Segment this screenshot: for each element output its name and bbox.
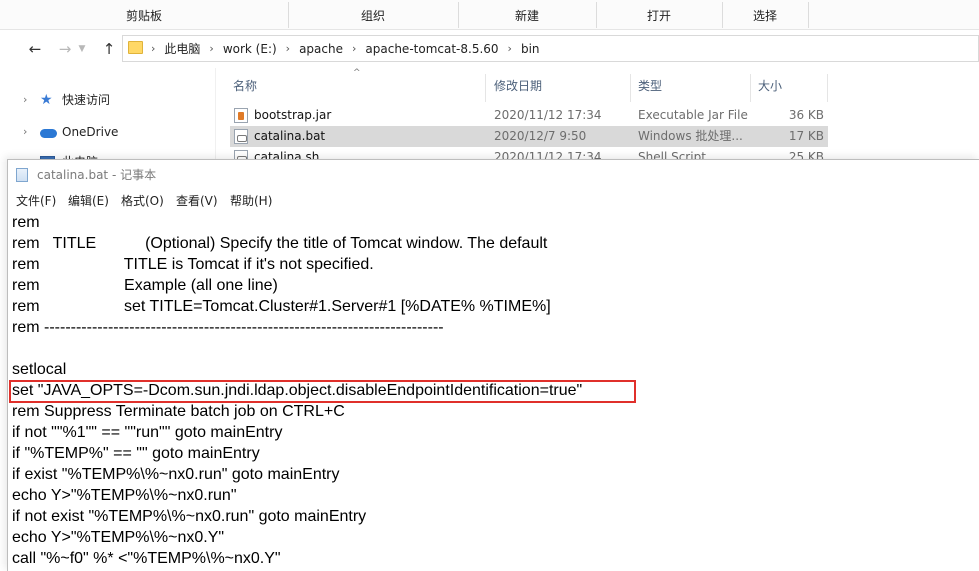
notepad-title-bar[interactable]: catalina.bat - 记事本 (8, 160, 979, 191)
breadcrumb-bin[interactable]: bin (521, 42, 540, 56)
breadcrumb-apache[interactable]: apache (299, 42, 343, 56)
chevron-right-icon: › (151, 42, 156, 55)
column-header-type[interactable]: 类型 (638, 68, 748, 104)
file-row-catalina-bat[interactable]: catalina.bat 2020/12/7 9:50 Windows 批处理.… (230, 126, 828, 147)
nav-item-onedrive[interactable]: › OneDrive (0, 120, 215, 144)
text-line: rem (12, 214, 40, 231)
text-line: rem set TITLE=Tomcat.Cluster#1.Server#1 … (12, 298, 551, 315)
text-line: if not exist "%TEMP%\%~nx0.run" goto mai… (12, 508, 367, 525)
nav-item-label: OneDrive (62, 125, 119, 139)
notepad-window: catalina.bat - 记事本 文件(F) 编辑(E) 格式(O) 查看(… (7, 159, 979, 571)
text-line: setlocal (12, 361, 67, 378)
chevron-right-icon[interactable]: › (23, 120, 27, 144)
text-line: rem Suppress Terminate batch job on CTRL… (12, 403, 345, 420)
chevron-right-icon: › (507, 42, 512, 55)
address-row: ← → ▼ ↑ › 此电脑 › work (E:) › apache › apa… (0, 30, 979, 68)
file-date: 2020/12/7 9:50 (494, 129, 587, 143)
recent-locations-chevron-icon[interactable]: ▼ (76, 38, 88, 60)
forward-button[interactable]: → (54, 38, 76, 60)
batch-file-icon (234, 129, 248, 144)
chevron-right-icon: › (352, 42, 357, 55)
ribbon-group-clipboard: 剪贴板 (125, 9, 162, 23)
star-icon: ★ (40, 92, 53, 108)
file-size: 17 KB (788, 129, 824, 143)
ribbon-group-open: 打开 (646, 9, 671, 23)
folder-icon (128, 41, 143, 54)
ribbon-group-select: 选择 (752, 9, 777, 23)
text-line: if exist "%TEMP%\%~nx0.run" goto mainEnt… (12, 466, 340, 483)
menu-edit[interactable]: 编辑(E) (68, 191, 109, 212)
column-divider[interactable] (630, 74, 631, 102)
breadcrumb-tomcat[interactable]: apache-tomcat-8.5.60 (365, 42, 498, 56)
chevron-right-icon[interactable]: › (23, 88, 27, 112)
ribbon-group-labels: 剪贴板 组织 新建 打开 选择 (0, 0, 979, 30)
text-line: rem ------------------------------------… (12, 319, 444, 336)
text-line: rem TITLE (Optional) Specify the title o… (12, 235, 548, 252)
menu-bar: 文件(F) 编辑(E) 格式(O) 查看(V) 帮助(H) (8, 191, 979, 212)
chevron-right-icon: › (285, 42, 291, 55)
window-title: catalina.bat - 记事本 (37, 168, 157, 182)
file-date: 2020/11/12 17:34 (494, 108, 602, 122)
file-type: Windows 批处理... (638, 129, 743, 143)
notepad-icon (16, 168, 28, 182)
text-line: if not ""%1"" == ""run"" goto mainEntry (12, 424, 283, 441)
text-line: echo Y>"%TEMP%\%~nx0.run" (12, 487, 237, 504)
column-header-size[interactable]: 大小 (758, 68, 818, 104)
nav-item-label: 快速访问 (62, 93, 111, 107)
back-button[interactable]: ← (24, 38, 46, 60)
file-row-bootstrap-jar[interactable]: bootstrap.jar 2020/11/12 17:34 Executabl… (230, 105, 828, 126)
breadcrumb-this-pc[interactable]: 此电脑 (164, 40, 200, 57)
jar-file-icon (234, 108, 248, 123)
menu-help[interactable]: 帮助(H) (230, 191, 272, 212)
navigation-pane: › ★ 快速访问 › OneDrive › 此电脑 (0, 68, 215, 169)
menu-format[interactable]: 格式(O) (121, 191, 164, 212)
file-list: 名称 ^ 修改日期 类型 大小 bootstrap.jar 2020/11/12… (216, 68, 979, 168)
highlight-box (9, 380, 636, 403)
column-divider[interactable] (485, 74, 486, 102)
text-line: call "%~f0" %* <"%TEMP%\%~nx0.Y" (12, 550, 281, 567)
chevron-right-icon: › (209, 42, 214, 55)
address-bar[interactable]: › 此电脑 › work (E:) › apache › apache-tomc… (122, 35, 979, 62)
breadcrumb-drive[interactable]: work (E:) (223, 42, 277, 56)
text-line: rem TITLE is Tomcat if it's not specifie… (12, 256, 374, 273)
breadcrumb: › 此电脑 › work (E:) › apache › apache-tomc… (151, 36, 540, 61)
cloud-icon (40, 129, 57, 138)
ribbon-group-new: 新建 (514, 9, 539, 23)
column-divider[interactable] (827, 74, 828, 102)
text-line: if "%TEMP%" == "" goto mainEntry (12, 445, 260, 462)
column-header-date[interactable]: 修改日期 (494, 68, 634, 104)
file-name: bootstrap.jar (254, 108, 332, 122)
ribbon-divider (808, 2, 809, 28)
sort-ascending-icon: ^ (353, 68, 361, 78)
nav-item-quick-access[interactable]: › ★ 快速访问 (0, 88, 215, 112)
text-line: rem Example (all one line) (12, 277, 278, 294)
menu-file[interactable]: 文件(F) (16, 191, 56, 212)
text-editor[interactable]: rem rem TITLE (Optional) Specify the tit… (8, 212, 979, 571)
file-size: 36 KB (788, 108, 824, 122)
text-line: echo Y>"%TEMP%\%~nx0.Y" (12, 529, 225, 546)
column-divider[interactable] (750, 74, 751, 102)
ribbon-group-organize: 组织 (360, 9, 385, 23)
up-button[interactable]: ↑ (98, 38, 120, 60)
file-name: catalina.bat (254, 129, 326, 143)
menu-view[interactable]: 查看(V) (176, 191, 218, 212)
